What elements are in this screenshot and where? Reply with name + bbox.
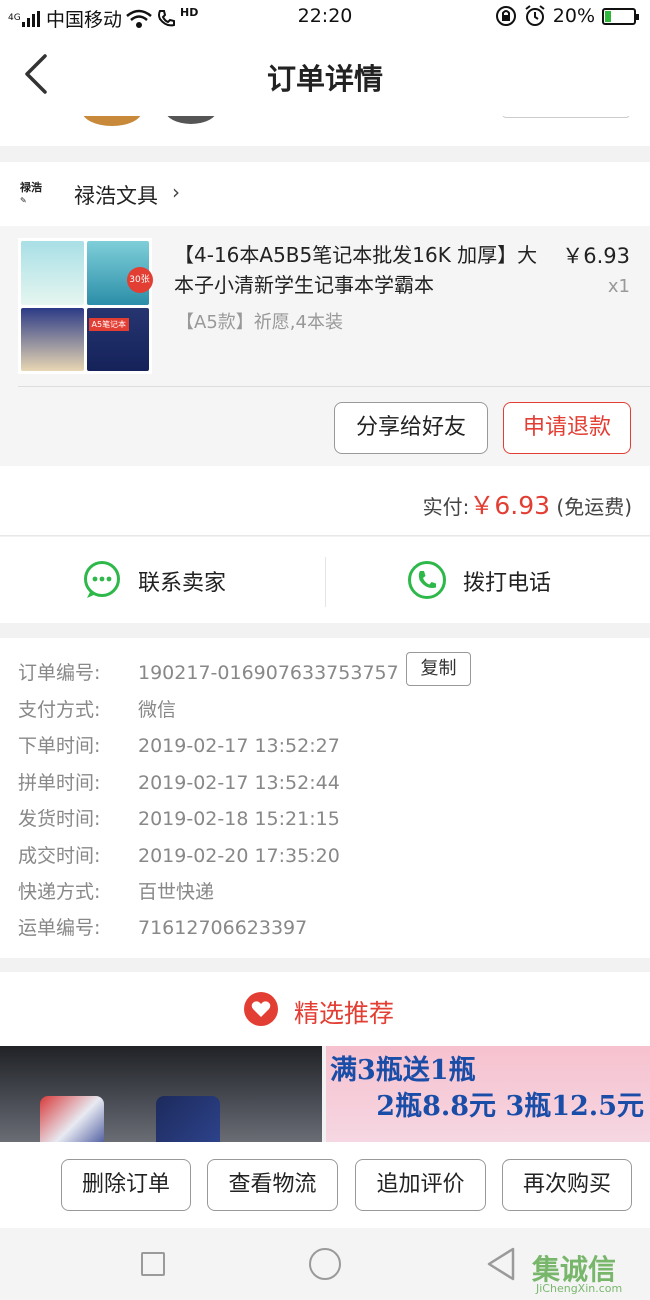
avatar bbox=[82, 116, 142, 126]
view-logistics-button[interactable]: 查看物流 bbox=[207, 1159, 338, 1211]
chevron-right-icon: › bbox=[172, 180, 180, 204]
bottom-action-bar: 删除订单 查看物流 追加评价 再次购买 bbox=[0, 1142, 650, 1228]
contact-bar: 联系卖家 拨打电话 bbox=[0, 537, 650, 623]
promo-headline: 满3瓶送1瓶 bbox=[330, 1055, 476, 1086]
add-review-button[interactable]: 追加评价 bbox=[355, 1159, 486, 1211]
lock-rotation-icon bbox=[495, 6, 516, 26]
back-nav-button[interactable] bbox=[485, 1246, 517, 1282]
detail-row: 支付方式: 微信 bbox=[18, 699, 177, 721]
watermark: 集诚信 JiChengXin.com bbox=[532, 1253, 623, 1295]
delete-order-button[interactable]: 删除订单 bbox=[61, 1159, 191, 1211]
status-bar: 4G 中国移动 HD 22:20 20% bbox=[0, 0, 650, 34]
recommend-item-promo[interactable]: 满3瓶送1瓶 2瓶8.8元 3瓶12.5元 bbox=[326, 1046, 650, 1142]
share-button[interactable]: 分享给好友 bbox=[334, 402, 488, 454]
copy-button[interactable]: 复制 bbox=[406, 652, 471, 686]
call-phone-button[interactable]: 拨打电话 bbox=[325, 537, 650, 623]
item-actions: 分享给好友 申请退款 bbox=[0, 388, 650, 466]
heart-icon bbox=[244, 992, 278, 1026]
recommend-item-phone-cases[interactable] bbox=[0, 1046, 322, 1142]
chat-icon bbox=[84, 561, 120, 598]
product-image bbox=[40, 1096, 104, 1142]
strip-button[interactable] bbox=[502, 116, 630, 118]
detail-row: 快递方式: 百世快递 bbox=[18, 881, 215, 903]
shop-row[interactable]: 禄浩 ✎︎ 禄浩文具 › bbox=[0, 162, 650, 226]
recommend-title: 精选推荐 bbox=[294, 999, 395, 1028]
thumb-label: A5笔记本 bbox=[88, 317, 130, 331]
product-title: 【4-16本A5B5笔记本批发16K 加厚】大本子小清新学生记事本学霸本 bbox=[174, 243, 538, 297]
detail-row: 下单时间: 2019-02-17 13:52:27 bbox=[18, 735, 340, 757]
refund-button[interactable]: 申请退款 bbox=[503, 402, 631, 454]
battery-percent: 20% bbox=[552, 5, 595, 27]
payment-summary: 实付:￥6.93 (免运费) bbox=[0, 466, 650, 536]
product-image bbox=[156, 1096, 220, 1142]
product-spec: 【A5款】祈愿,4本装 bbox=[176, 312, 343, 333]
product-thumbnail: 30张 A5笔记本 bbox=[18, 238, 153, 374]
contact-seller-button[interactable]: 联系卖家 bbox=[0, 537, 325, 623]
recommend-banners: 满3瓶送1瓶 2瓶8.8元 3瓶12.5元 bbox=[0, 1046, 650, 1142]
phone-icon bbox=[408, 561, 446, 599]
order-details: 订单编号: 190217-016907633753757 复制 支付方式: 微信 下… bbox=[0, 638, 650, 958]
nav-bar: 订单详情 bbox=[0, 34, 650, 116]
group-buy-strip bbox=[0, 116, 650, 146]
divider bbox=[18, 386, 650, 387]
rebuy-button[interactable]: 再次购买 bbox=[502, 1159, 632, 1211]
call-phone-label: 拨打电话 bbox=[463, 571, 552, 596]
detail-row: 成交时间: 2019-02-20 17:35:20 bbox=[18, 845, 340, 867]
alarm-icon bbox=[525, 5, 545, 26]
contact-seller-label: 联系卖家 bbox=[138, 571, 227, 596]
thumb-badge: 30张 bbox=[126, 267, 153, 293]
recommend-header: 精选推荐 bbox=[0, 972, 650, 1046]
shop-logo: 禄浩 ✎︎ bbox=[20, 181, 42, 206]
paid-amount: 实付:￥6.93 (免运费) bbox=[422, 491, 632, 520]
product-item[interactable]: 30张 A5笔记本 【4-16本A5B5笔记本批发16K 加厚】大本子小清新学生… bbox=[0, 226, 650, 388]
shop-name[interactable]: 禄浩文具 bbox=[74, 180, 158, 210]
battery-icon bbox=[602, 7, 639, 25]
recent-apps-button[interactable] bbox=[141, 1252, 165, 1276]
avatar bbox=[165, 116, 217, 124]
promo-price: 2瓶8.8元 3瓶12.5元 bbox=[376, 1091, 644, 1122]
detail-row: 发货时间: 2019-02-18 15:21:15 bbox=[18, 808, 340, 830]
home-button[interactable] bbox=[309, 1248, 341, 1280]
product-quantity: x1 bbox=[607, 276, 630, 297]
product-price: ￥6.93 bbox=[562, 244, 630, 268]
detail-row: 订单编号: 190217-016907633753757 bbox=[18, 662, 399, 684]
detail-row: 运单编号: 71612706623397 bbox=[18, 917, 308, 939]
page-title: 订单详情 bbox=[266, 62, 383, 96]
detail-row: 拼单时间: 2019-02-17 13:52:44 bbox=[18, 772, 340, 794]
